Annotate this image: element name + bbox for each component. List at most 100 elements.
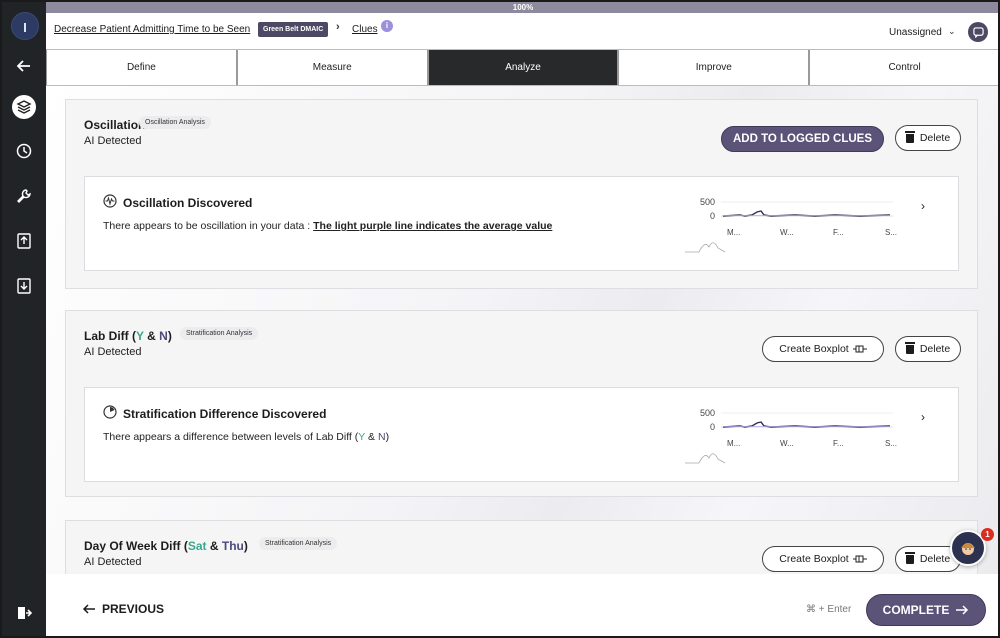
chevron-down-icon[interactable]: ⌄	[948, 26, 956, 37]
add-to-logged-clues-button[interactable]: ADD TO LOGGED CLUES	[721, 126, 884, 152]
complete-button[interactable]: COMPLETE	[866, 594, 986, 626]
breadcrumb-project-link[interactable]: Decrease Patient Admitting Time to be Se…	[54, 24, 250, 35]
clue-subtitle: AI Detected	[84, 346, 142, 358]
level-a: Y	[136, 329, 144, 343]
create-boxplot-button[interactable]: Create Boxplot	[762, 336, 884, 362]
sparkline-chart[interactable]: 500 0 M... W... F... S...	[685, 195, 910, 270]
distribution-curve	[685, 242, 726, 253]
x-tick: W...	[780, 439, 794, 448]
trash-icon	[904, 551, 915, 564]
finding-desc-emphasis: The light purple line indicates the aver…	[313, 220, 553, 232]
assignee-dropdown[interactable]: Unassigned	[889, 27, 942, 38]
level-b: N	[377, 431, 386, 443]
create-boxplot-label: Create Boxplot	[779, 343, 849, 355]
clue-title: Lab Diff (Y & N)	[84, 329, 172, 343]
boxplot-icon	[852, 345, 867, 353]
level-b: N	[159, 329, 168, 343]
delete-label: Delete	[919, 343, 951, 355]
arrow-right-icon	[956, 605, 969, 615]
y-tick-max: 500	[700, 408, 715, 418]
tab-define[interactable]: Define	[46, 50, 237, 85]
delete-button[interactable]: Delete	[895, 125, 961, 151]
finding-panel: Stratification Difference Discovered The…	[84, 387, 959, 482]
progress-bar: 100%	[46, 2, 998, 13]
y-tick-max: 500	[700, 197, 715, 207]
layers-icon[interactable]	[12, 95, 36, 119]
analysis-tag: Oscillation Analysis	[139, 116, 211, 129]
previous-label: PREVIOUS	[102, 602, 165, 616]
finding-title: Stratification Difference Discovered	[123, 407, 327, 421]
clue-title: Day Of Week Diff (Sat & Thu)	[84, 539, 248, 553]
create-boxplot-button[interactable]: Create Boxplot	[762, 546, 884, 572]
x-tick: S...	[885, 228, 897, 237]
title-paren: )	[243, 539, 248, 553]
clue-subtitle: AI Detected	[84, 135, 142, 147]
trash-icon	[904, 341, 915, 354]
tab-analyze[interactable]: Analyze	[427, 50, 619, 85]
upload-icon[interactable]	[13, 230, 35, 252]
delete-label: Delete	[919, 553, 951, 565]
footer: PREVIOUS ⌘ + Enter COMPLETE	[46, 574, 998, 636]
previous-button[interactable]: PREVIOUS	[82, 602, 164, 616]
oscillation-icon	[103, 194, 117, 208]
x-tick: S...	[885, 439, 897, 448]
analysis-tag: Stratification Analysis	[180, 327, 259, 340]
x-tick: F...	[833, 439, 844, 448]
clue-title-text: Day Of Week Diff	[84, 539, 181, 553]
finding-desc-text: There appears to be oscillation in your …	[103, 220, 314, 232]
info-icon[interactable]: i	[381, 20, 393, 32]
clue-title: Oscillation	[84, 118, 146, 132]
x-tick: W...	[780, 228, 794, 237]
clue-title-text: Lab Diff	[84, 329, 129, 343]
finding-title: Oscillation Discovered	[123, 196, 253, 210]
complete-label: COMPLETE	[882, 603, 950, 617]
clues-list: Oscillation Oscillation Analysis AI Dete…	[46, 86, 998, 574]
finding-panel: Oscillation Discovered There appears to …	[84, 176, 959, 271]
download-icon[interactable]	[13, 275, 35, 297]
distribution-curve	[685, 453, 726, 464]
tab-control[interactable]: Control	[809, 50, 998, 85]
phase-tabs: Define Measure Analyze Improve Control	[46, 49, 998, 86]
y-tick-min: 0	[710, 211, 715, 221]
arrow-left-icon	[82, 604, 95, 614]
wrench-icon[interactable]	[13, 185, 35, 207]
tab-improve[interactable]: Improve	[618, 50, 810, 85]
trash-icon	[904, 130, 915, 143]
back-arrow-icon[interactable]	[13, 55, 35, 77]
user-avatar[interactable]	[11, 12, 39, 40]
stratification-icon	[103, 405, 117, 419]
title-paren: )	[167, 329, 172, 343]
logout-icon[interactable]	[13, 602, 35, 624]
x-tick: M...	[727, 228, 740, 237]
desc-amp: &	[368, 431, 376, 443]
chat-icon[interactable]	[968, 22, 988, 42]
delete-label: Delete	[919, 132, 951, 144]
clock-icon[interactable]	[13, 140, 35, 162]
finding-description: There appears to be oscillation in your …	[103, 220, 552, 232]
clue-card-lab-diff: Lab Diff (Y & N) Stratification Analysis…	[65, 310, 978, 497]
level-a: Y	[358, 431, 366, 443]
sparkline-chart[interactable]: 500 0 M... W... F... S...	[685, 406, 910, 481]
clue-subtitle: AI Detected	[84, 556, 142, 568]
tab-measure[interactable]: Measure	[236, 50, 428, 85]
breadcrumb-separator: ›	[336, 21, 340, 33]
level-b: Thu	[221, 539, 244, 553]
title-amp: &	[147, 329, 156, 343]
breadcrumb-clues-link[interactable]: Clues	[352, 24, 378, 35]
app-window: 100% Decrease Patient Admitting Time to …	[0, 0, 1000, 638]
title-amp: &	[209, 539, 219, 553]
finding-description: There appears a difference between level…	[103, 431, 389, 443]
header: Decrease Patient Admitting Time to be Se…	[46, 13, 998, 49]
progress-label: 100%	[512, 3, 534, 12]
x-tick: F...	[833, 228, 844, 237]
chevron-right-icon[interactable]: ›	[921, 199, 925, 213]
finding-desc-text: There appears a difference between level…	[103, 431, 352, 443]
sidebar	[2, 2, 46, 636]
methodology-badge: Green Belt DMAIC	[258, 22, 329, 37]
chevron-right-icon[interactable]: ›	[921, 410, 925, 424]
clue-card-day-of-week: Day Of Week Diff (Sat & Thu) Stratificat…	[65, 520, 978, 574]
analysis-tag: Stratification Analysis	[259, 537, 338, 550]
notification-badge: 1	[981, 528, 994, 541]
keyboard-shortcut-hint: ⌘ + Enter	[806, 604, 852, 615]
delete-button[interactable]: Delete	[895, 336, 961, 362]
